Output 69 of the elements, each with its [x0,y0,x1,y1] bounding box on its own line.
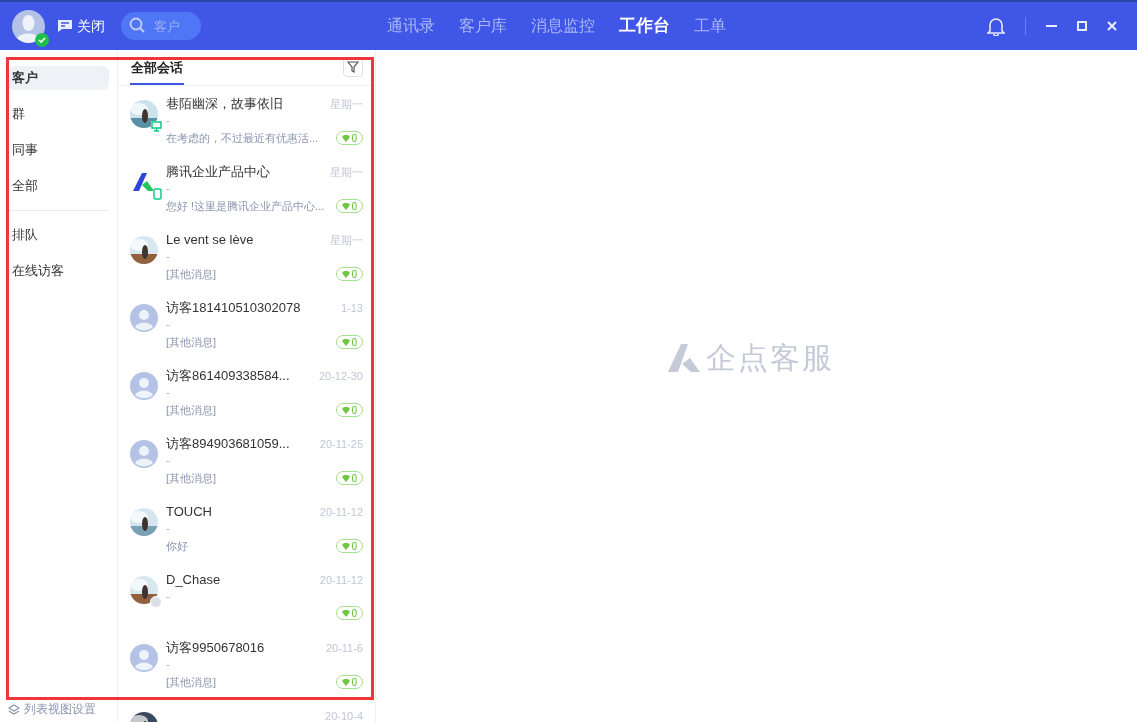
subtitle: - [166,453,170,468]
contact-name: D_Chase [166,571,221,590]
nav-item[interactable]: 全部 [8,174,109,198]
gem-icon [342,474,351,482]
subtitle: - [166,113,170,128]
nav-item[interactable]: 同事 [8,138,109,162]
maximize-icon[interactable] [1077,21,1087,31]
search-icon [129,17,146,34]
contact-name: 访客181410510302078 [166,299,301,318]
message-time: 20-10-4 [325,708,363,722]
conversation-tab[interactable]: 全部会话 [130,57,184,85]
subtitle: - [166,521,170,536]
message-preview: 在考虑的，不过最近有优惠活... [166,131,319,146]
close-icon[interactable] [1107,21,1117,31]
avatar-icon [130,644,158,672]
message-time: 1-13 [340,300,363,316]
online-status-icon [35,32,49,47]
contact-name: 腾讯企业产品中心 [166,163,270,182]
contact-name: 访客9950678016 [166,639,265,658]
logo-icon [665,342,702,372]
message-preview: [其他消息] [166,403,217,418]
message-preview: 你好 [166,539,188,554]
nav-item[interactable]: 排队 [8,223,109,247]
message-preview: 您好 !这里是腾讯企业产品中心... [166,199,325,214]
subtitle: - [166,385,170,400]
gem-icon [342,202,351,210]
contact-name: 巷陌幽深，故事依旧 [166,95,283,114]
gem-icon [342,338,351,346]
avatar-icon [130,440,158,468]
close-session-button[interactable]: 关闭 [57,15,105,37]
gem-icon [342,542,351,550]
nav-item[interactable]: 客户 [8,66,109,90]
brand-watermark: 企点客服 [705,339,834,376]
gem-icon [342,678,351,686]
subtitle: - [166,181,170,196]
message-preview: [其他消息] [166,675,217,690]
nav-tab[interactable]: 工作台 [619,13,670,39]
search-field[interactable]: 客户 [121,12,201,40]
message-time: 20-11-12 [319,572,363,588]
contact-name: 访客861409338584... [166,367,290,386]
layers-icon [8,703,20,715]
phone-icon [153,188,162,200]
contact-name: 访客894903681059... [166,435,290,454]
subtitle: - [166,317,170,332]
message-time: 20-11-12 [319,504,363,520]
user-avatar-icon[interactable] [12,9,45,43]
gem-icon [342,406,351,414]
message-time: 20-12-30 [318,368,363,384]
message-time: 20-11-6 [325,640,363,656]
message-time: 20-11-25 [319,436,363,452]
message-preview: [其他消息] [166,471,217,486]
gem-icon [342,609,351,617]
filter-icon [347,61,359,73]
avatar-icon [130,372,158,400]
message-icon [57,19,73,33]
bell-icon[interactable] [987,16,1005,36]
subtitle: - [166,249,170,264]
message-preview: [其他消息] [166,267,217,282]
avatar-icon [130,304,158,332]
nav-item[interactable]: 在线访客 [8,259,109,283]
gem-icon [342,270,351,278]
subtitle: - [166,657,170,672]
nav-item[interactable]: 群 [8,102,109,126]
monitor-icon [151,121,162,132]
contact-name: Le vent se lève [166,231,254,250]
message-preview: [其他消息] [166,335,217,350]
contact-name: TOUCH [166,503,212,522]
gem-icon [342,134,351,142]
subtitle: - [166,589,170,604]
